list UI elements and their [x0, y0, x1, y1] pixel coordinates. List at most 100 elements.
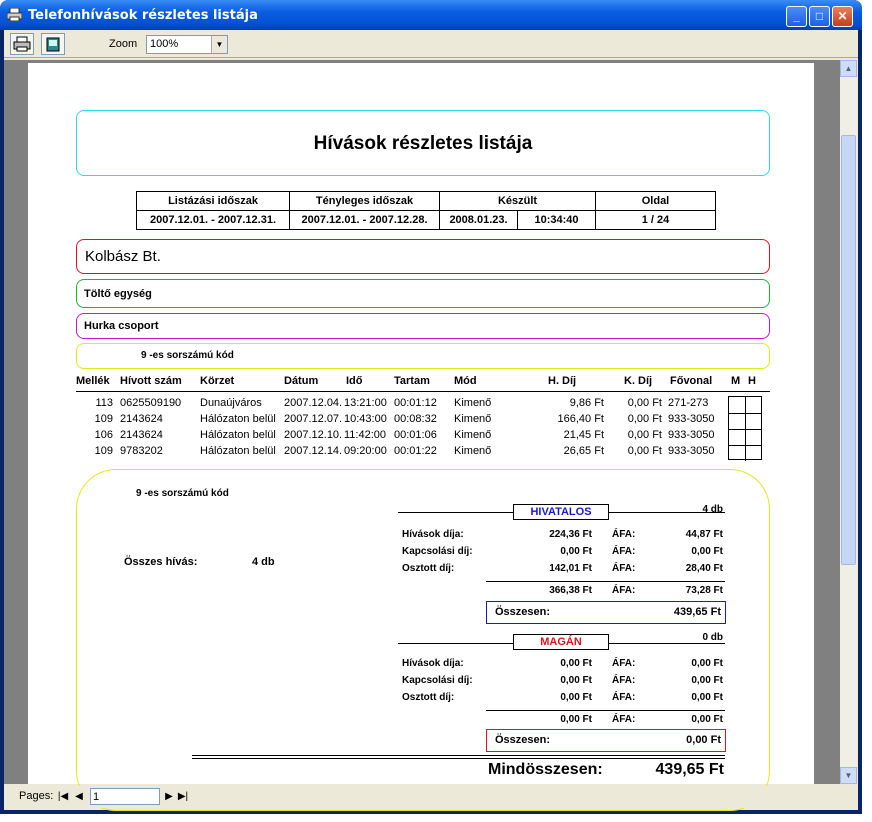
table-cell: Kimenő: [454, 397, 492, 409]
col-header: K. Díj: [624, 375, 653, 387]
prev-page-icon[interactable]: ◀: [72, 789, 86, 805]
table-cell: 00:01:06: [394, 429, 437, 441]
official-count: 4 db: [702, 504, 723, 515]
header-divider: [76, 391, 770, 392]
table-cell: 0625509190: [120, 397, 182, 409]
table-cell: 9783202: [120, 445, 163, 457]
group-name: Hurka csoport: [76, 313, 770, 339]
private-subtotal-vat-label: ÁFA:: [612, 714, 636, 725]
title-bar[interactable]: Telefonhívások részletes listája _ □ ✕: [0, 0, 862, 30]
table-cell: 00:01:22: [394, 445, 437, 457]
table-cell: 0,00 Ft: [627, 397, 662, 409]
table-cell: Kimenő: [454, 445, 492, 457]
grand-total-label: Mindösszesen:: [488, 761, 603, 778]
table-cell: 26,65 Ft: [563, 445, 604, 457]
table-cell: 113: [95, 397, 113, 409]
col-header: M: [731, 375, 741, 387]
official-total: 439,65 Ft: [673, 606, 721, 618]
summary-cell: 0,00 Ft: [560, 675, 592, 686]
table-cell: 21,45 Ft: [563, 429, 604, 441]
col-header: H: [748, 375, 756, 387]
export-button[interactable]: [41, 33, 65, 55]
table-cell: 2007.12.04.: [284, 397, 343, 409]
print-button[interactable]: [10, 33, 34, 55]
table-cell: 106: [94, 429, 113, 441]
summary-cell: 0,00 Ft: [691, 675, 723, 686]
table-cell: 0,00 Ft: [627, 445, 662, 457]
summary-cell: 44,87 Ft: [685, 529, 723, 540]
scroll-down-icon[interactable]: ▼: [840, 767, 857, 784]
page-input[interactable]: [90, 788, 160, 805]
private-label: MAGÁN: [513, 634, 609, 650]
table-cell: 2007.12.10.: [284, 429, 343, 441]
zoom-select[interactable]: 100% ▼: [146, 35, 228, 54]
mh-checkbox-grid: [728, 396, 762, 461]
pages-label: Pages:: [19, 790, 54, 802]
official-total-label: Összesen:: [495, 606, 551, 618]
report-page: Hívások részletes listája Listázási idős…: [28, 63, 814, 811]
table-cell: 13:21:00: [344, 397, 387, 409]
summary-cell: Kapcsolási díj:: [402, 675, 473, 686]
official-subtotal: 366,38 Ft: [549, 585, 592, 596]
col-header: Körzet: [200, 375, 235, 387]
table-cell: Kimenő: [454, 429, 492, 441]
col-header: Idő: [346, 375, 363, 387]
info-header: Készült: [439, 191, 596, 211]
close-button[interactable]: ✕: [832, 6, 853, 27]
info-table: Listázási időszak Tényleges időszak Kész…: [136, 191, 716, 230]
summary-cell: Kapcsolási díj:: [402, 546, 473, 557]
summary-box: [76, 469, 770, 811]
scroll-thumb[interactable]: [841, 135, 856, 565]
zoom-value: 100%: [150, 38, 179, 50]
private-subtotal-vat: 0,00 Ft: [691, 714, 723, 725]
info-value: 1 / 24: [595, 210, 716, 230]
official-subtotal-vat: 73,28 Ft: [685, 585, 723, 596]
info-header: Listázási időszak: [136, 191, 290, 211]
private-count: 0 db: [702, 632, 723, 643]
table-cell: Dunaújváros: [200, 397, 262, 409]
total-calls-value: 4 db: [252, 556, 275, 568]
summary-cell: ÁFA:: [612, 692, 636, 703]
chevron-down-icon[interactable]: ▼: [211, 36, 227, 53]
summary-cell: ÁFA:: [612, 529, 636, 540]
info-header: Tényleges időszak: [289, 191, 440, 211]
printer-icon: [13, 36, 31, 52]
table-cell: 11:42:00: [344, 429, 387, 441]
summary-cell: 142,01 Ft: [549, 563, 592, 574]
table-cell: 109: [94, 413, 113, 425]
app-window: Telefonhívások részletes listája _ □ ✕ Z…: [0, 0, 862, 814]
col-header: Mód: [454, 375, 477, 387]
minimize-button[interactable]: _: [786, 6, 807, 27]
unit-name: Töltő egység: [76, 279, 770, 308]
table-cell: 271-273: [668, 397, 709, 409]
col-header: Dátum: [284, 375, 319, 387]
code-header: 9 -es sorszámú kód: [76, 343, 770, 369]
table-cell: 0,00 Ft: [627, 413, 662, 425]
table-cell: 2143624: [120, 429, 163, 441]
info-value: 2007.12.01. - 2007.12.31.: [136, 210, 290, 230]
table-cell: 0,00 Ft: [627, 429, 662, 441]
private-total: 0,00 Ft: [686, 734, 721, 746]
info-value: 10:34:40: [517, 210, 596, 230]
grand-divider: [192, 755, 725, 759]
table-cell: 109: [94, 445, 113, 457]
summary-cell: Hívások díja:: [402, 529, 464, 540]
official-subtotal-line: [486, 581, 725, 582]
zoom-label: Zoom: [109, 38, 138, 50]
next-page-icon[interactable]: ▶: [162, 789, 176, 805]
summary-cell: 0,00 Ft: [691, 692, 723, 703]
first-page-icon[interactable]: |◀: [56, 789, 70, 805]
table-cell: 2007.12.07.: [284, 413, 343, 425]
summary-cell: 224,36 Ft: [549, 529, 592, 540]
table-cell: Hálózaton belül: [200, 445, 276, 457]
table-cell: 2143624: [120, 413, 163, 425]
window-title: Telefonhívások részletes listája: [28, 8, 258, 23]
summary-cell: 0,00 Ft: [560, 658, 592, 669]
summary-cell: ÁFA:: [612, 546, 636, 557]
scroll-up-icon[interactable]: ▲: [840, 60, 857, 77]
vertical-scrollbar[interactable]: ▲ ▼: [840, 60, 857, 784]
last-page-icon[interactable]: ▶|: [176, 789, 190, 805]
maximize-button[interactable]: □: [809, 6, 830, 27]
table-cell: 933-3050: [668, 413, 715, 425]
table-cell: Kimenő: [454, 413, 492, 425]
